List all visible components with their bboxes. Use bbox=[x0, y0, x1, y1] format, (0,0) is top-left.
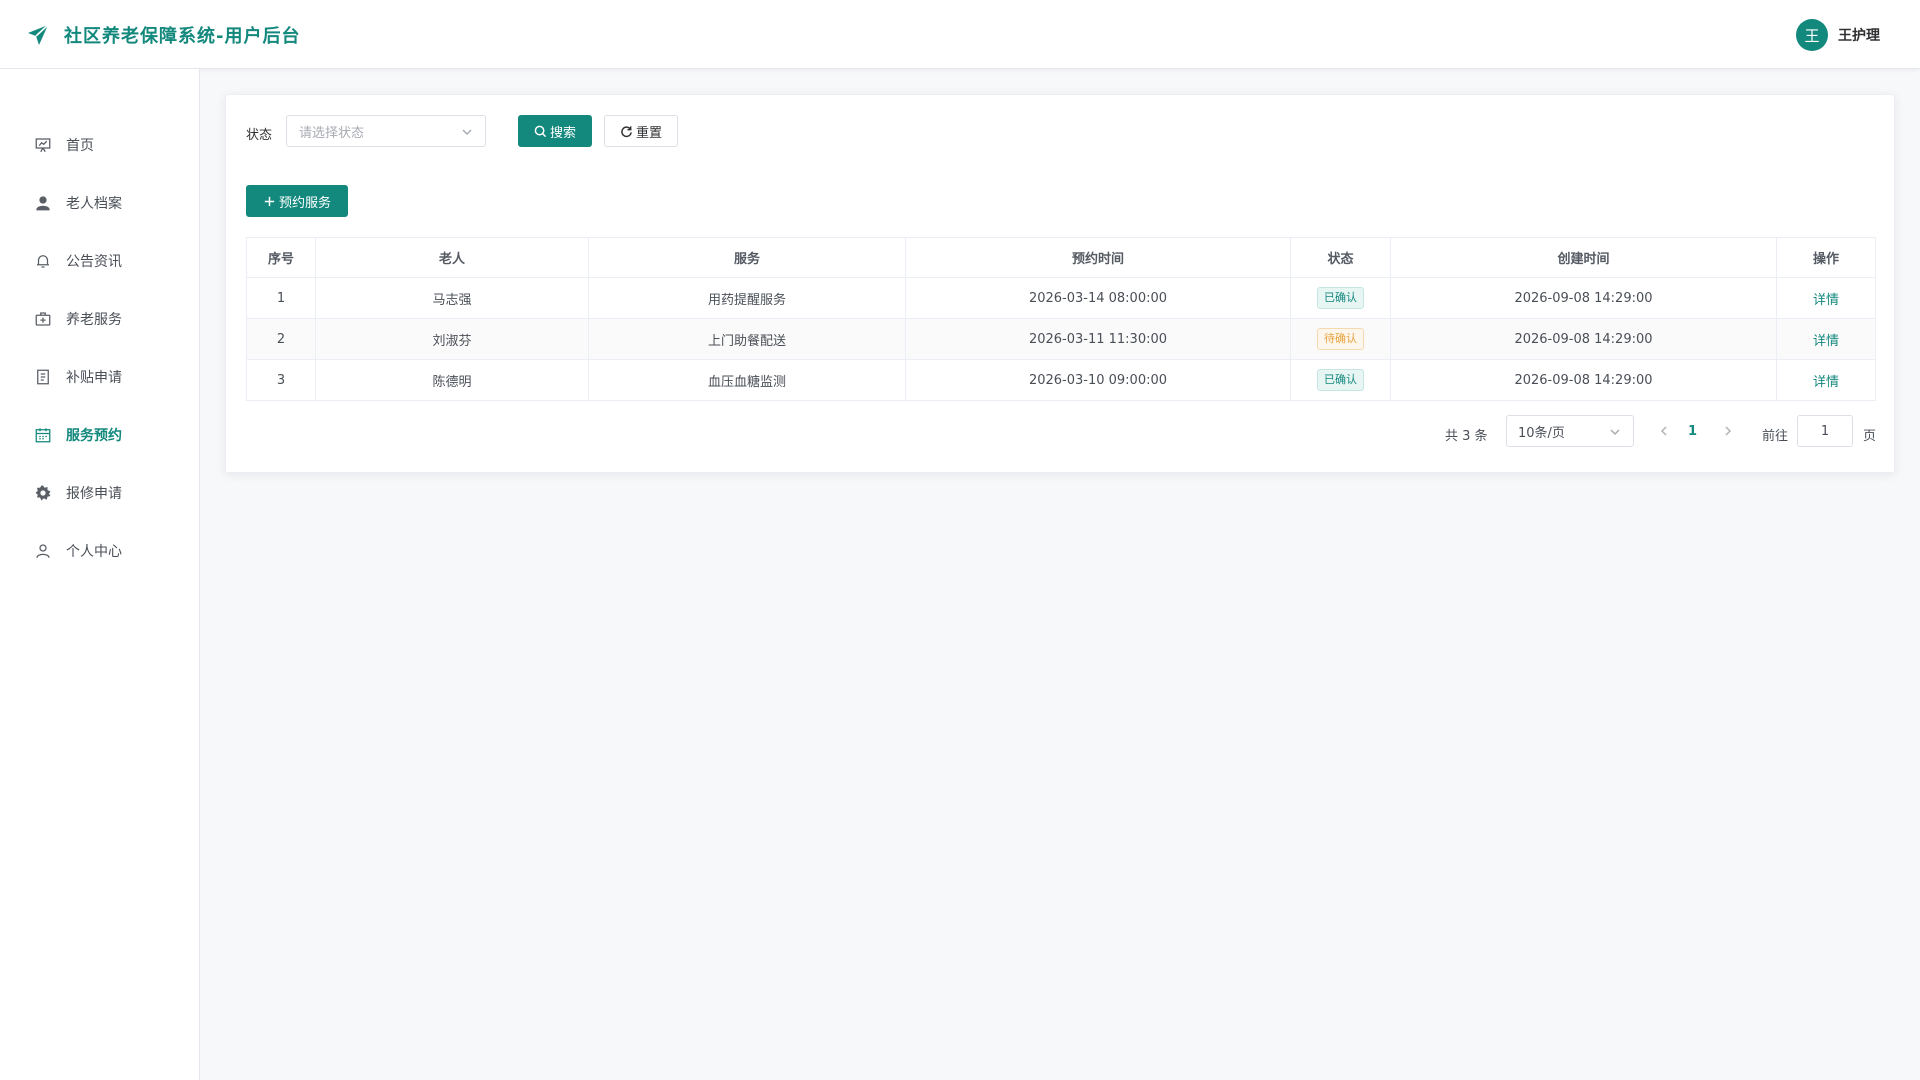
sidebar-item-home[interactable]: 首页 bbox=[0, 116, 199, 174]
sidebar-item-subsidy[interactable]: 补贴申请 bbox=[0, 348, 199, 406]
status-badge: 已确认 bbox=[1317, 287, 1364, 309]
column-header: 序号 bbox=[246, 237, 316, 278]
sidebar-item-profile[interactable]: 个人中心 bbox=[0, 522, 199, 580]
bell-icon bbox=[37, 255, 49, 268]
cell-elder: 马志强 bbox=[315, 277, 589, 319]
sidebar-item-label: 报修申请 bbox=[66, 486, 122, 502]
cell-action: 详情 bbox=[1776, 318, 1876, 360]
search-button[interactable]: 搜索 bbox=[518, 115, 592, 147]
page-size-value: 10条/页 bbox=[1518, 425, 1565, 441]
cell-service: 血压血糖监测 bbox=[588, 359, 906, 401]
table-row: 2 刘淑芬 上门助餐配送 2026-03-11 11:30:00 待确认 202… bbox=[246, 318, 1876, 360]
cell-index: 2 bbox=[246, 318, 316, 360]
search-icon bbox=[534, 125, 547, 137]
cell-elder: 陈德明 bbox=[315, 359, 589, 401]
column-header: 预约时间 bbox=[905, 237, 1291, 278]
column-header: 操作 bbox=[1776, 237, 1876, 278]
sidebar-item-label: 养老服务 bbox=[66, 312, 122, 328]
avatar[interactable]: 王 bbox=[1796, 19, 1828, 51]
page-suffix: 页 bbox=[1863, 429, 1877, 444]
cell-appointment-time: 2026-03-14 08:00:00 bbox=[905, 277, 1291, 319]
presentation-chart-icon bbox=[35, 138, 51, 153]
sidebar-item-repair[interactable]: 报修申请 bbox=[0, 464, 199, 522]
status-select-placeholder: 请选择状态 bbox=[299, 125, 365, 141]
page-size-select[interactable]: 10条/页 bbox=[1506, 415, 1634, 447]
status-badge: 已确认 bbox=[1317, 369, 1364, 391]
cell-index: 1 bbox=[246, 277, 316, 319]
cell-action: 详情 bbox=[1776, 359, 1876, 401]
user-name[interactable]: 王护理 bbox=[1838, 25, 1880, 45]
calendar-icon bbox=[35, 428, 51, 443]
cell-created-at: 2026-09-08 14:29:00 bbox=[1390, 318, 1777, 360]
sidebar-item-elderly-services[interactable]: 养老服务 bbox=[0, 290, 199, 348]
next-page-icon[interactable] bbox=[1722, 425, 1734, 437]
column-header: 状态 bbox=[1290, 237, 1391, 278]
refresh-icon bbox=[621, 125, 632, 137]
table-row: 1 马志强 用药提醒服务 2026-03-14 08:00:00 已确认 202… bbox=[246, 277, 1876, 319]
chevron-down-icon bbox=[1610, 429, 1620, 436]
first-aid-kit-icon bbox=[35, 312, 51, 326]
cell-created-at: 2026-09-08 14:29:00 bbox=[1390, 277, 1777, 319]
plus-icon bbox=[264, 196, 275, 206]
status-badge: 待确认 bbox=[1317, 328, 1364, 350]
table-row: 3 陈德明 血压血糖监测 2026-03-10 09:00:00 已确认 202… bbox=[246, 359, 1876, 401]
column-header: 创建时间 bbox=[1390, 237, 1777, 278]
page-number-current[interactable]: 1 bbox=[1688, 424, 1697, 439]
cell-index: 3 bbox=[246, 359, 316, 401]
sidebar-item-label: 服务预约 bbox=[66, 428, 122, 444]
sidebar-item-label: 老人档案 bbox=[66, 196, 122, 212]
user-outline-icon bbox=[36, 544, 50, 558]
booking-table: 序号 老人 服务 预约时间 状态 创建时间 操作 1 马志强 用药提醒服务 20… bbox=[246, 237, 1876, 401]
sidebar-item-service-booking[interactable]: 服务预约 bbox=[0, 406, 199, 464]
sidebar-item-label: 个人中心 bbox=[66, 544, 122, 560]
sidebar-item-announcements[interactable]: 公告资讯 bbox=[0, 232, 199, 290]
user-icon bbox=[36, 196, 50, 211]
cell-action: 详情 bbox=[1776, 277, 1876, 319]
brand[interactable]: 社区养老保障系统-用户后台 bbox=[26, 22, 300, 48]
reset-button[interactable]: 重置 bbox=[604, 115, 678, 147]
cell-status: 已确认 bbox=[1290, 277, 1391, 319]
chevron-down-icon bbox=[462, 129, 472, 136]
goto-label: 前往 bbox=[1762, 429, 1789, 444]
sidebar: 首页 老人档案 公告资讯 养老服务 补贴申请 服务预约 报修申请 个人中心 bbox=[0, 69, 200, 1080]
cell-status: 待确认 bbox=[1290, 318, 1391, 360]
top-header: 社区养老保障系统-用户后台 王 王护理 bbox=[0, 0, 1920, 69]
total-count: 共 3 条 bbox=[1445, 429, 1488, 444]
column-header: 服务 bbox=[588, 237, 906, 278]
goto-page-input[interactable] bbox=[1797, 415, 1853, 447]
app-title: 社区养老保障系统-用户后台 bbox=[64, 26, 301, 47]
status-filter-label: 状态 bbox=[246, 128, 273, 143]
paper-plane-icon bbox=[28, 24, 49, 45]
column-header: 老人 bbox=[315, 237, 589, 278]
cell-service: 上门助餐配送 bbox=[588, 318, 906, 360]
search-button-label: 搜索 bbox=[549, 125, 576, 141]
gear-icon bbox=[35, 485, 51, 501]
cell-status: 已确认 bbox=[1290, 359, 1391, 401]
cell-created-at: 2026-09-08 14:29:00 bbox=[1390, 359, 1777, 401]
prev-page-icon[interactable] bbox=[1658, 425, 1670, 437]
sidebar-item-label: 补贴申请 bbox=[66, 370, 122, 386]
user-menu[interactable]: 王 王护理 bbox=[1796, 19, 1880, 51]
sidebar-item-label: 公告资讯 bbox=[66, 254, 122, 270]
detail-link[interactable]: 详情 bbox=[1813, 334, 1839, 349]
status-select[interactable]: 请选择状态 bbox=[286, 115, 486, 147]
table-header-row: 序号 老人 服务 预约时间 状态 创建时间 操作 bbox=[246, 237, 1876, 278]
book-service-label: 预约服务 bbox=[278, 195, 331, 211]
cell-elder: 刘淑芬 bbox=[315, 318, 589, 360]
content-card: 状态 请选择状态 搜索 重置 预约服务 序号 老人 服务 预约时间 状态 创建时… bbox=[225, 94, 1895, 473]
detail-link[interactable]: 详情 bbox=[1813, 375, 1839, 390]
detail-link[interactable]: 详情 bbox=[1813, 293, 1839, 308]
sidebar-item-elder-records[interactable]: 老人档案 bbox=[0, 174, 199, 232]
cell-appointment-time: 2026-03-11 11:30:00 bbox=[905, 318, 1291, 360]
cell-appointment-time: 2026-03-10 09:00:00 bbox=[905, 359, 1291, 401]
sidebar-item-label: 首页 bbox=[66, 138, 94, 154]
document-icon bbox=[37, 369, 49, 385]
cell-service: 用药提醒服务 bbox=[588, 277, 906, 319]
reset-button-label: 重置 bbox=[635, 125, 662, 141]
book-service-button[interactable]: 预约服务 bbox=[246, 185, 348, 217]
